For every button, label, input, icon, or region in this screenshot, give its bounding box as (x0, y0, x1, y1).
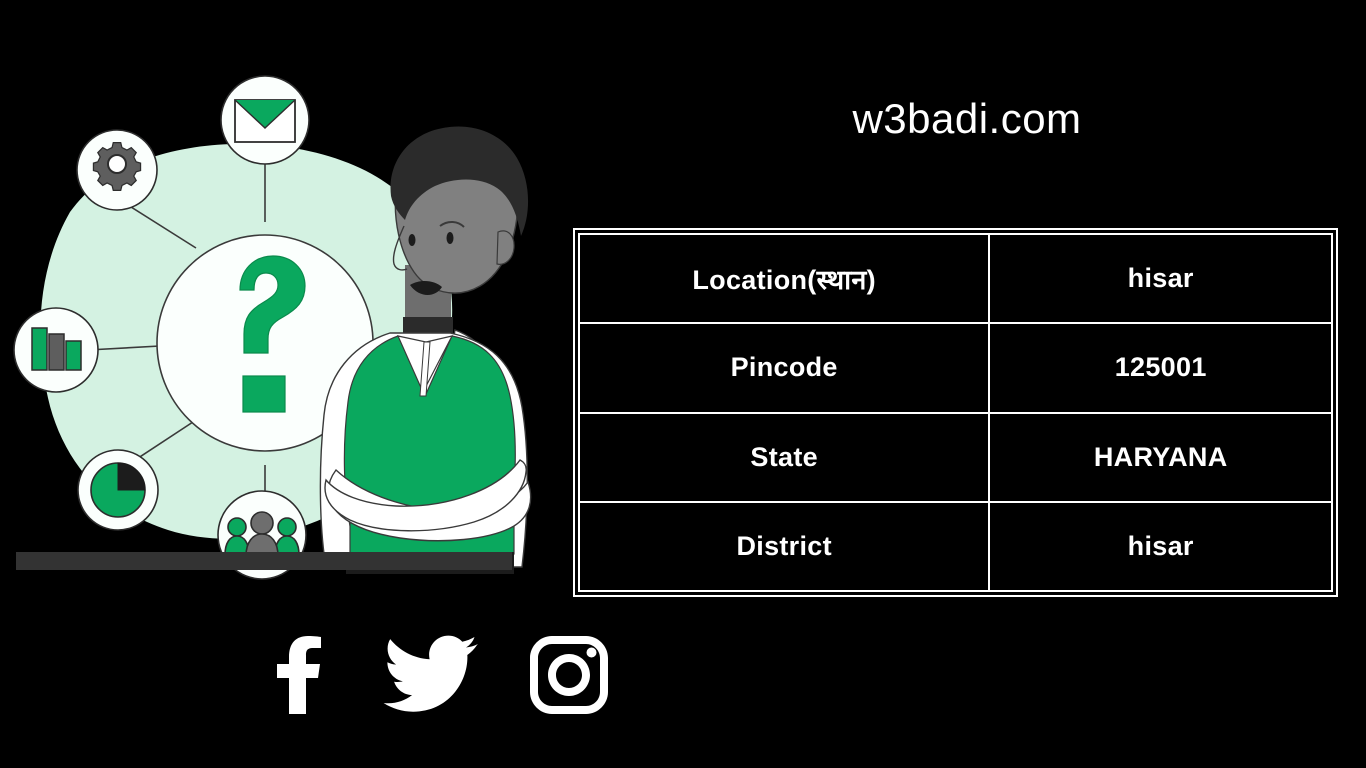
envelope-icon (220, 75, 310, 165)
table-row: State HARYANA (577, 411, 1333, 503)
social-links (270, 630, 610, 720)
facebook-icon[interactable] (270, 636, 328, 714)
instagram-icon[interactable] (528, 634, 610, 716)
row-label: State (577, 411, 991, 503)
hero-illustration (0, 40, 560, 600)
twitter-icon[interactable] (378, 634, 478, 716)
floor-bar (16, 552, 512, 570)
row-value: hisar (988, 500, 1333, 593)
location-info-table: Location(स्थान) hisar Pincode 125001 Sta… (573, 228, 1338, 597)
row-label: District (577, 500, 991, 593)
table-row: District hisar (577, 500, 1333, 593)
page-title: w3badi.com (852, 95, 1082, 142)
gear-icon (76, 129, 158, 211)
pie-chart-icon (77, 449, 159, 531)
table-row: Location(स्थान) hisar (577, 232, 1333, 325)
slide-canvas: w3badi.com Location(स्थान) hisar Pincode… (0, 0, 1366, 768)
bar-chart-icon (13, 307, 99, 393)
table-row: Pincode 125001 (577, 322, 1333, 414)
row-value: 125001 (988, 322, 1333, 414)
row-value: hisar (988, 232, 1333, 325)
row-value: HARYANA (988, 411, 1333, 503)
row-label: Location(स्थान) (577, 232, 991, 325)
row-label: Pincode (577, 322, 991, 414)
